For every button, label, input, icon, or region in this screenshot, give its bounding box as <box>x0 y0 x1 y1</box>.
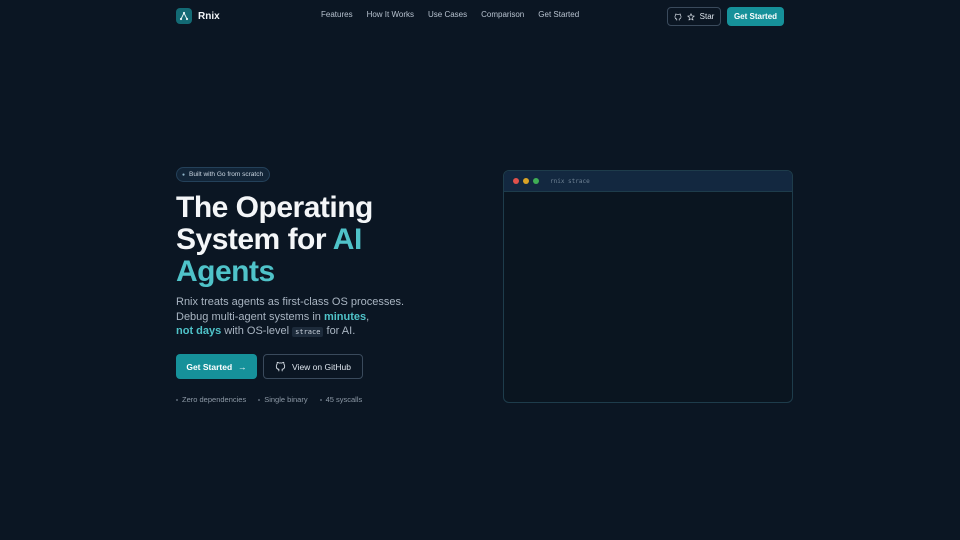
logo[interactable]: Rnix <box>176 8 220 24</box>
sub-line-2: Debug multi-agent systems in <box>176 310 324 323</box>
sub-highlight-not-days: not days <box>176 325 222 337</box>
sub-line-3-end: for AI. <box>323 325 356 337</box>
terminal-title-bar: rnix strace <box>504 171 792 192</box>
maximize-dot-icon[interactable] <box>533 178 539 184</box>
rnix-logo-icon <box>176 8 192 24</box>
nav-get-started-button[interactable]: Get Started <box>727 7 784 26</box>
headline-line-1: The Operating <box>176 191 373 224</box>
nav-link-comparison[interactable]: Comparison <box>481 10 524 19</box>
headline-accent-agents: Agents <box>176 255 275 288</box>
terminal-window: rnix strace <box>503 170 793 403</box>
close-dot-icon[interactable] <box>513 178 519 184</box>
nav-links: Features How It Works Use Cases Comparis… <box>321 10 579 19</box>
sub-line-3: with OS-level <box>221 325 293 337</box>
sub-line-2-end: , <box>366 310 370 323</box>
view-on-github-button[interactable]: View on GitHub <box>263 354 363 379</box>
headline-accent-ai: AI <box>332 223 363 256</box>
logo-text: Rnix <box>198 10 220 22</box>
sparkle-icon: ● <box>182 171 186 178</box>
feature-item: 45 syscalls <box>319 395 362 404</box>
nav-link-get-started[interactable]: Get Started <box>538 10 579 19</box>
nav-link-use-cases[interactable]: Use Cases <box>428 10 467 19</box>
sub-highlight-minutes: minutes <box>323 310 367 323</box>
hero-get-started-label: Get Started <box>186 361 233 372</box>
hero-subtitle: Rnix treats agents as first-class OS pro… <box>176 295 436 340</box>
github-icon <box>275 361 286 372</box>
feature-list: Zero dependencies Single binary 45 sysca… <box>176 395 362 404</box>
headline-line-2: System for <box>176 223 333 256</box>
nav-link-features[interactable]: Features <box>321 10 353 19</box>
hero-get-started-button[interactable]: Get Started → <box>176 354 257 379</box>
top-nav: Rnix Features How It Works Use Cases Com… <box>0 0 960 32</box>
nav-link-how-it-works[interactable]: How It Works <box>367 10 414 19</box>
arrow-right-icon: → <box>238 361 247 372</box>
feature-item: Zero dependencies <box>176 395 246 404</box>
minimize-dot-icon[interactable] <box>523 178 529 184</box>
star-icon <box>686 12 695 20</box>
star-label: Star <box>699 12 715 21</box>
feature-item: Single binary <box>258 395 308 404</box>
github-star-button[interactable]: Star <box>667 7 721 26</box>
sub-line-1: Rnix treats agents as first-class OS pro… <box>176 296 405 308</box>
badge-text: Built with Go from scratch <box>189 171 264 178</box>
hero-headline: The Operating System for AI Agents <box>176 192 436 288</box>
terminal-title: rnix strace <box>550 177 590 185</box>
hero-badge: ● Built with Go from scratch <box>176 167 271 182</box>
strace-code: strace <box>292 327 324 337</box>
github-icon <box>674 13 682 21</box>
view-on-github-label: View on GitHub <box>292 361 351 372</box>
